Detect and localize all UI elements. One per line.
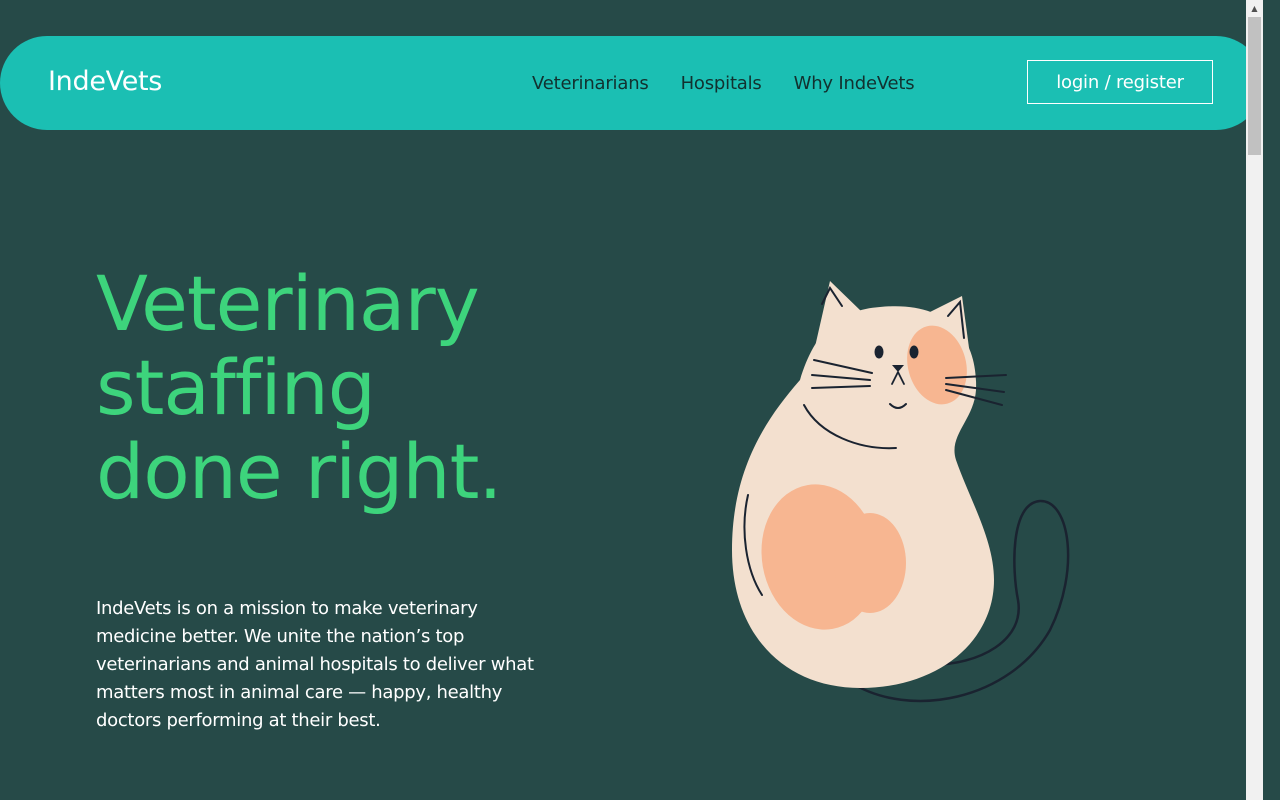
page: IndeVets Veterinarians Hospitals Why Ind…	[0, 0, 1263, 800]
login-register-button[interactable]: login / register	[1027, 60, 1213, 104]
hero-title-line-1: Veterinary	[96, 259, 480, 348]
hero-title-line-2: staffing	[96, 343, 376, 432]
nav-veterinarians[interactable]: Veterinarians	[532, 73, 649, 94]
hero-description: IndeVets is on a mission to make veterin…	[96, 598, 534, 731]
cat-body-spot-2	[834, 513, 906, 613]
cat-eye-left	[874, 345, 884, 359]
hero-title-line-3: done right.	[96, 427, 503, 516]
cat-eye-right	[909, 345, 919, 359]
main-nav: Veterinarians Hospitals Why IndeVets	[532, 73, 915, 94]
hero-title: Veterinary staffing done right.	[96, 259, 503, 516]
cat-illustration	[732, 281, 1070, 703]
site-header: IndeVets Veterinarians Hospitals Why Ind…	[0, 36, 1263, 130]
nav-why-indevets[interactable]: Why IndeVets	[794, 73, 915, 94]
scrollbar[interactable]: ▲	[1246, 0, 1263, 800]
scroll-up-arrow-icon[interactable]: ▲	[1246, 0, 1263, 17]
logo[interactable]: IndeVets	[48, 66, 162, 97]
nav-hospitals[interactable]: Hospitals	[681, 73, 762, 94]
scrollbar-thumb[interactable]	[1248, 17, 1261, 155]
